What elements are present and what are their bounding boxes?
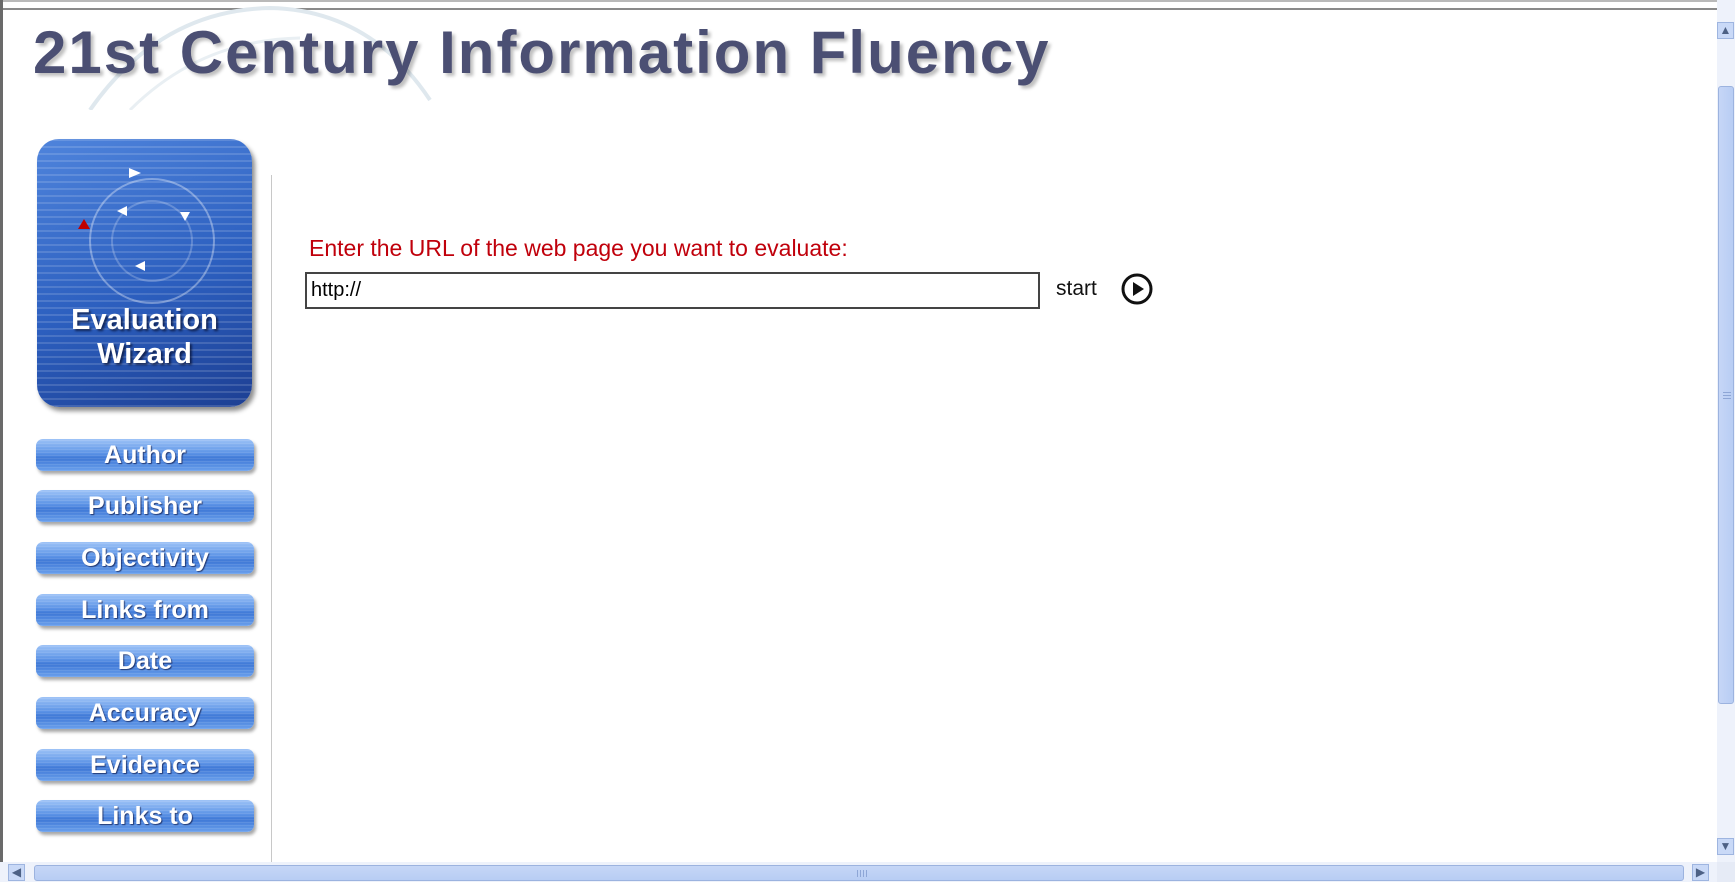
nav-button-accuracy[interactable]: Accuracy — [36, 697, 254, 729]
wizard-title-line2: Wizard — [97, 338, 192, 370]
vertical-scroll-thumb[interactable] — [1718, 86, 1734, 704]
nav-button-date[interactable]: Date — [36, 645, 254, 677]
chevron-left-icon[interactable]: ◀ — [8, 864, 25, 881]
horizontal-scrollbar[interactable]: ◀ ▶ — [0, 862, 1717, 882]
chevron-up-icon[interactable]: ▲ — [1717, 22, 1734, 39]
browser-content-frame: 21st Century Information Fluency Evaluat… — [0, 0, 1735, 882]
url-input[interactable] — [305, 272, 1040, 309]
play-circle-icon[interactable] — [1120, 272, 1154, 306]
nav-button-publisher[interactable]: Publisher — [36, 490, 254, 522]
wizard-title-line1: Evaluation — [71, 304, 218, 336]
scrollbar-corner — [1717, 862, 1735, 882]
chevron-right-icon[interactable]: ▶ — [1692, 864, 1709, 881]
nav-button-label: Publisher — [88, 492, 202, 520]
sidebar-divider — [271, 175, 272, 865]
nav-button-label: Author — [104, 441, 186, 469]
nav-button-label: Accuracy — [88, 699, 202, 727]
nav-button-author[interactable]: Author — [36, 439, 254, 471]
nav-button-label: Objectivity — [81, 544, 209, 572]
start-label: start — [1056, 277, 1097, 300]
nav-button-label: Evidence — [90, 751, 200, 779]
nav-button-label: Date — [117, 647, 173, 675]
vertical-scrollbar[interactable]: ▲ ▼ — [1717, 0, 1735, 862]
horizontal-scroll-thumb[interactable] — [34, 865, 1684, 881]
chevron-down-icon[interactable]: ▼ — [1717, 838, 1734, 855]
nav-button-objectivity[interactable]: Objectivity — [36, 542, 254, 574]
frame-left-edge — [0, 0, 3, 882]
nav-button-links-from[interactable]: Links from — [36, 594, 254, 626]
evaluation-wizard-logo: Evaluation Wizard — [37, 139, 252, 407]
page-title: 21st Century Information Fluency — [33, 19, 1051, 86]
nav-button-links-to[interactable]: Links to — [36, 800, 254, 832]
nav-button-evidence[interactable]: Evidence — [36, 749, 254, 781]
nav-button-label: Links from — [81, 596, 209, 624]
url-prompt-label: Enter the URL of the web page you want t… — [309, 235, 848, 261]
nav-button-label: Links to — [97, 802, 193, 830]
